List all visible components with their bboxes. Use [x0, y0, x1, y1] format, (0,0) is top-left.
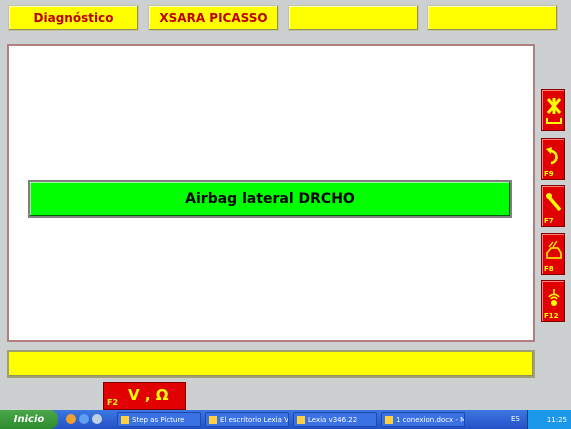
status-bar — [7, 350, 535, 378]
tab-empty-3[interactable] — [288, 5, 419, 31]
repair-button[interactable]: F7 — [541, 185, 565, 227]
undo-arrow-icon — [546, 147, 558, 165]
start-label: Inicio — [13, 414, 45, 425]
tab-empty-4[interactable] — [427, 5, 558, 31]
tab-vehicle[interactable]: XSARA PICASSO — [148, 5, 279, 31]
vehicle-button[interactable]: F8 — [541, 233, 565, 275]
key-label: F7 — [544, 217, 554, 225]
component-banner[interactable]: Airbag lateral DRCHO — [28, 180, 512, 218]
app-icon — [209, 415, 217, 424]
key-label: F2 — [107, 398, 119, 407]
key-label: F12 — [544, 312, 559, 320]
taskbar-item-label: 1 conexion.docx - Mic... — [396, 415, 464, 424]
component-label: Airbag lateral DRCHO — [185, 191, 355, 207]
tab-label: XSARA PICASSO — [159, 11, 268, 25]
antenna-icon — [548, 289, 560, 306]
taskbar-item[interactable]: 1 conexion.docx - Mic... — [381, 412, 465, 427]
language-indicator[interactable]: ES — [511, 415, 520, 423]
app-icon — [297, 415, 305, 424]
taskbar-item-label: El escritorio Lexia V1.... — [220, 415, 289, 424]
internet-explorer-icon[interactable] — [79, 414, 89, 424]
exit-icon — [546, 98, 562, 124]
desktop-icon[interactable] — [92, 414, 102, 424]
car-icon — [546, 240, 562, 259]
document-icon — [385, 415, 393, 424]
folder-icon — [121, 415, 129, 424]
system-tray: 11:25 — [527, 410, 571, 429]
wrench-icon — [546, 193, 562, 212]
tab-diagnostico[interactable]: Diagnóstico — [8, 5, 139, 31]
communication-button[interactable]: F12 — [541, 280, 565, 322]
browser-icon[interactable] — [66, 414, 76, 424]
start-button[interactable]: Inicio — [0, 410, 58, 429]
taskbar-item[interactable]: Step as Picture — [117, 412, 201, 427]
taskbar-item[interactable]: Lexia v346.22 — [293, 412, 377, 427]
taskbar-item[interactable]: El escritorio Lexia V1.... — [205, 412, 289, 427]
measurement-button[interactable]: F2 V , Ω — [103, 382, 186, 410]
key-label: F8 — [544, 265, 554, 273]
exit-button[interactable] — [541, 89, 565, 131]
tab-label: Diagnóstico — [33, 11, 114, 25]
measurement-label: V , Ω — [128, 386, 169, 404]
taskbar-item-label: Lexia v346.22 — [308, 415, 358, 424]
taskbar: Inicio Step as Picture El escritorio Lex… — [0, 410, 571, 429]
undo-button[interactable]: F9 — [541, 138, 565, 180]
taskbar-item-label: Step as Picture — [132, 415, 185, 424]
key-label: F9 — [544, 170, 554, 178]
clock: 11:25 — [546, 415, 567, 424]
